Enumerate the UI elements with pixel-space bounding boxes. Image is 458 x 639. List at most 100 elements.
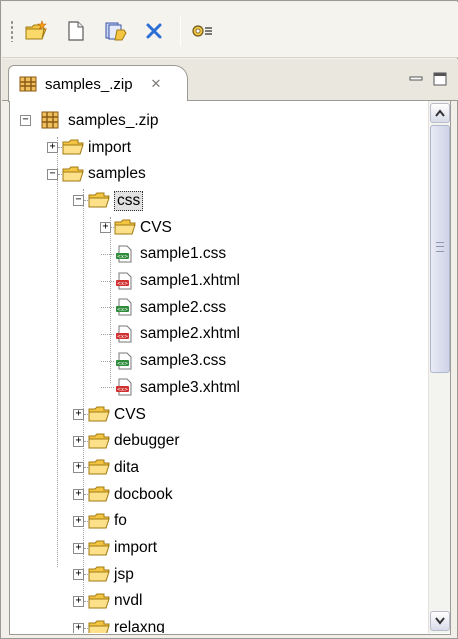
folder-icon [62,138,84,156]
folder-icon [88,592,110,610]
xhtml-file-icon: <x> [114,325,136,343]
tree-folder-row[interactable]: + dita [10,454,428,481]
tree-folder-row[interactable]: − samples [10,161,428,188]
xhtml-file-icon: <x> [114,378,136,396]
toolbar-separator [180,16,181,46]
tree-folder-row[interactable]: − css [10,187,428,214]
folder-icon [88,458,110,476]
folder-icon [88,485,110,503]
collapse-icon[interactable]: − [20,115,31,126]
tree-item-label: docbook [114,485,173,503]
expand-icon[interactable]: + [73,462,84,474]
tree-item-label: import [114,539,158,556]
svg-text:<x>: <x> [117,281,128,287]
tree-file-row[interactable]: <x> sample1.xhtml [10,268,428,295]
tree-item-label: sample2.xhtml [140,325,240,343]
tree-item-label: sample1.css [140,245,227,263]
css-file-icon: <x> [114,352,136,370]
tree-item-label: dita [114,458,139,476]
new-file-button[interactable] [62,18,90,44]
close-icon[interactable]: ✕ [151,76,162,92]
delete-button[interactable] [140,18,168,44]
vertical-scrollbar[interactable] [428,101,450,633]
tree-file-row[interactable]: <x> sample2.xhtml [10,321,428,348]
tree-folder-row[interactable]: + jsp [10,561,428,588]
new-folder-icon [25,20,47,40]
tree-folder-row[interactable]: + import [10,535,428,562]
tree-folder-row[interactable]: + relaxng [10,615,428,633]
tree-item-label: sample2.css [140,298,227,316]
css-file-icon: <x> [114,298,136,316]
tree-item-label: sample3.xhtml [140,378,240,396]
tree-file-row[interactable]: <x> sample3.css [10,348,428,375]
svg-text:<x>: <x> [117,254,128,260]
tree-item-label: sample3.css [140,352,227,370]
tree-folder-row[interactable]: + CVS [10,401,428,428]
svg-text:<x>: <x> [117,334,128,340]
tree-item-label: samples_.zip [68,111,159,129]
toolbar-grip[interactable] [10,20,14,42]
expand-icon[interactable]: + [73,515,84,527]
folder-icon [88,619,110,633]
tree-item-label: CVS [140,218,172,236]
archive-tree-panel: − samples_.zip + import − samples − css + CVS <x… [9,101,451,635]
tree-folder-row[interactable]: + fo [10,508,428,535]
add-files-icon [105,22,127,41]
folder-icon [88,565,110,583]
folder-icon [88,512,110,530]
tree-item-label: debugger [114,432,180,450]
expand-icon[interactable]: + [73,595,84,607]
collapse-icon[interactable]: − [47,168,58,180]
chevron-up-icon [435,109,445,117]
tree-item-label: css [114,190,144,211]
expand-icon[interactable]: + [73,569,84,581]
folder-icon [114,218,136,236]
tree-folder-row[interactable]: + import [10,134,428,161]
archive-icon [19,76,37,92]
expand-icon[interactable]: + [73,409,84,420]
svg-text:<x>: <x> [117,361,128,367]
tree-folder-row[interactable]: + CVS [10,214,428,241]
tab-samples-zip[interactable]: samples_.zip ✕ [8,65,188,102]
archive-tree[interactable]: − samples_.zip + import − samples − css + CVS <x… [10,101,428,633]
folder-icon [88,191,110,209]
minimize-icon[interactable] [408,71,424,87]
tree-file-row[interactable]: <x> sample3.xhtml [10,374,428,401]
add-files-button[interactable] [102,18,130,44]
scroll-thumb[interactable] [430,125,450,373]
tree-folder-row[interactable]: + docbook [10,481,428,508]
svg-text:<x>: <x> [117,307,128,313]
tree-folder-row[interactable]: + debugger [10,428,428,455]
archive-browser-view: samples_.zip ✕ − samples_.zip + import −… [0,0,458,639]
tree-item-label: jsp [114,565,134,583]
tree-file-row[interactable]: <x> sample1.css [10,241,428,268]
properties-button[interactable] [188,18,216,44]
tree-file-row[interactable]: <x> sample2.css [10,294,428,321]
tab-label: samples_.zip [45,75,133,93]
expand-icon[interactable]: + [47,142,58,153]
xhtml-file-icon: <x> [114,272,136,290]
tree-item-label: nvdl [114,592,143,610]
tree-item-label: CVS [114,405,146,423]
expand-icon[interactable]: + [73,435,84,447]
collapse-icon[interactable]: − [73,195,84,207]
new-folder-button[interactable] [22,18,50,44]
tree-folder-row[interactable]: + nvdl [10,588,428,615]
expand-icon[interactable]: + [73,542,84,554]
view-tab-bar: samples_.zip ✕ [2,59,458,102]
expand-icon[interactable]: + [73,489,84,501]
toolbar [2,2,458,58]
maximize-icon[interactable] [432,71,448,87]
tree-item-label: fo [114,512,127,530]
expand-icon[interactable]: + [73,622,84,633]
expand-icon[interactable]: + [100,222,111,234]
archive-icon [41,111,59,129]
tree-item-label: samples [88,165,146,183]
folder-icon [62,165,84,183]
chevron-down-icon [435,617,445,625]
css-file-icon: <x> [114,245,136,263]
folder-icon [88,432,110,450]
tree-root-row[interactable]: − samples_.zip [10,107,428,134]
scroll-down-button[interactable] [430,611,450,631]
scroll-up-button[interactable] [430,103,450,123]
